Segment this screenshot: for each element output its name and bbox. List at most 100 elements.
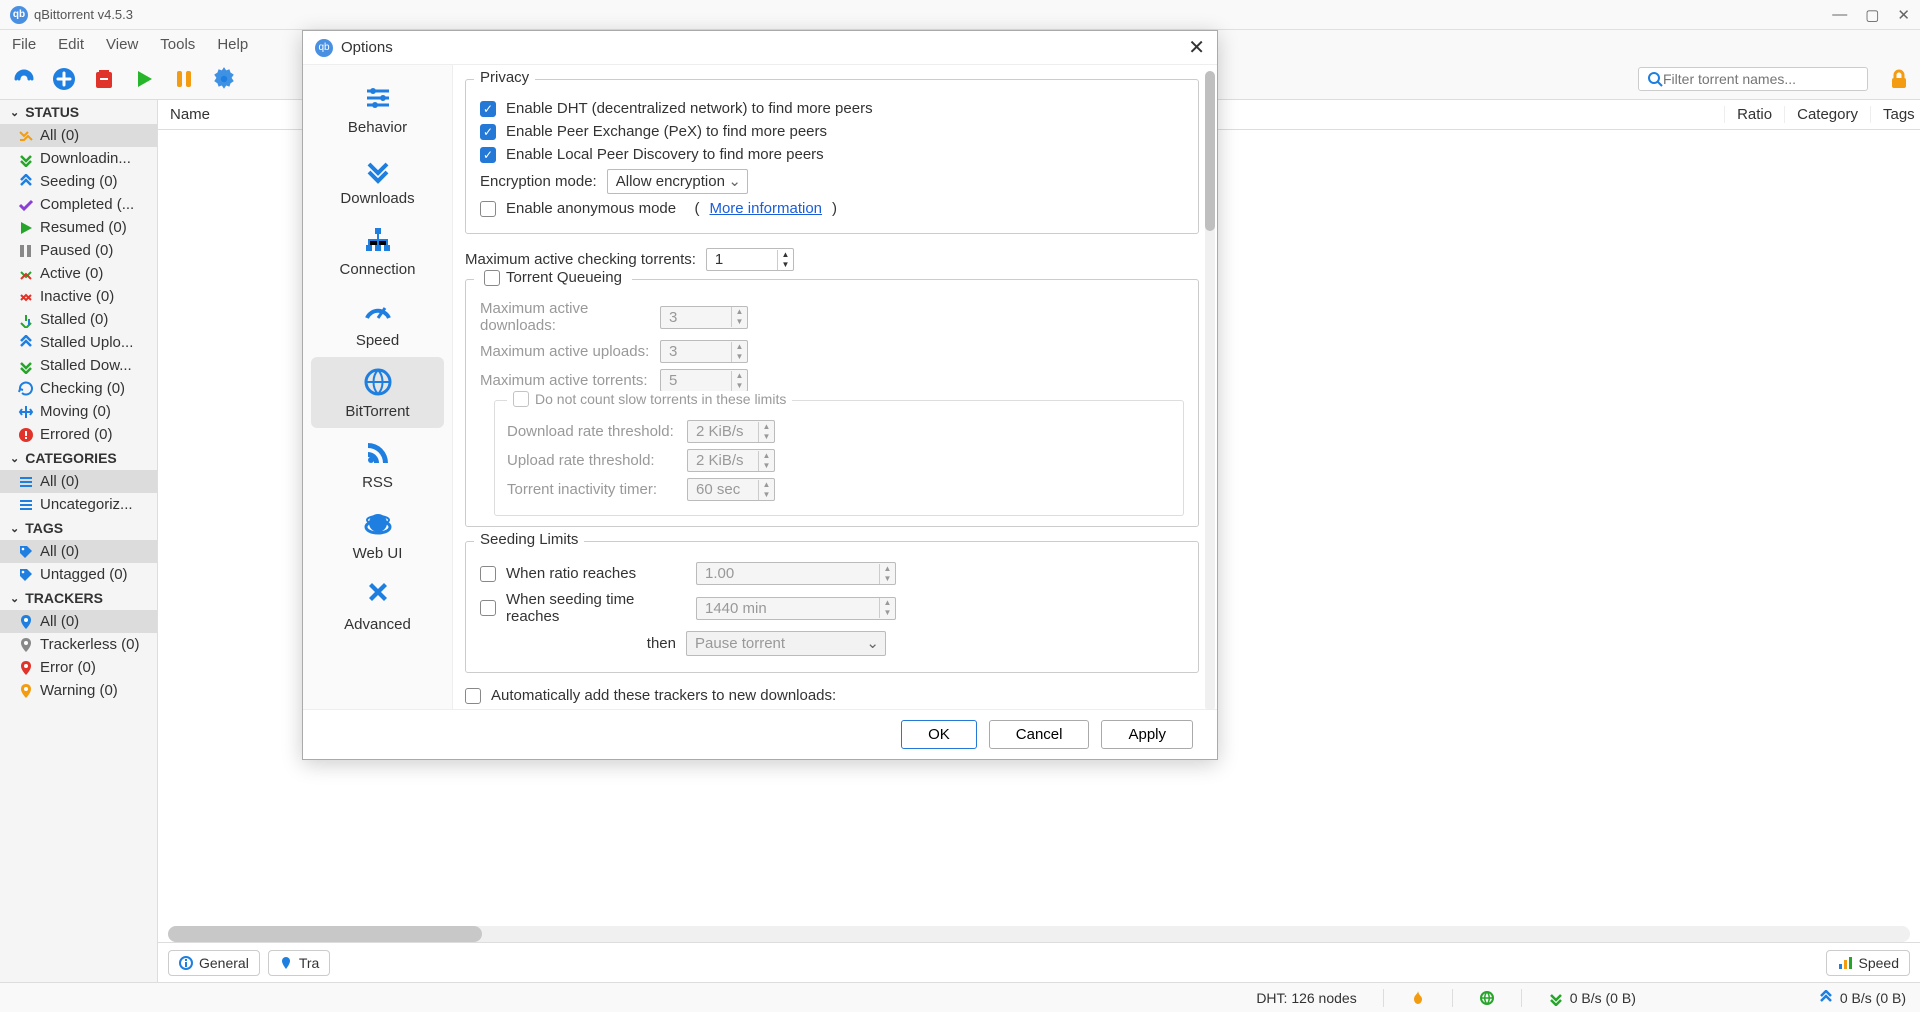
dht-checkbox[interactable] [480, 101, 496, 117]
upload-icon [1818, 990, 1834, 1006]
queue-checkbox[interactable] [484, 270, 500, 286]
opt-downloads[interactable]: Downloads [303, 144, 452, 215]
tag-all[interactable]: All (0) [0, 540, 157, 563]
upload-speed[interactable]: 0 B/s (0 B) [1818, 990, 1906, 1006]
add-link-button[interactable] [10, 65, 38, 93]
pin-icon [279, 956, 293, 970]
inactivity-spinner: 60 sec▲▼ [687, 478, 775, 501]
slow-checkbox [513, 391, 529, 407]
opt-behavior[interactable]: Behavior [303, 73, 452, 144]
status-seeding[interactable]: Seeding (0) [0, 170, 157, 193]
max-check-spinner[interactable]: 1▲▼ [706, 248, 794, 271]
search-box[interactable] [1638, 67, 1868, 91]
pex-checkbox[interactable] [480, 124, 496, 140]
opt-advanced[interactable]: Advanced [303, 570, 452, 641]
encryption-select[interactable]: Allow encryption [607, 169, 748, 194]
search-input[interactable] [1663, 71, 1859, 87]
status-stalled[interactable]: Stalled (0) [0, 308, 157, 331]
status-stalled-down[interactable]: Stalled Dow... [0, 354, 157, 377]
dialog-footer: OK Cancel Apply [303, 709, 1217, 759]
col-tags[interactable]: Tags [1870, 106, 1920, 123]
ul-rate-spinner: 2 KiB/s▲▼ [687, 449, 775, 472]
dialog-close-button[interactable]: ✕ [1188, 35, 1205, 60]
opt-webui[interactable]: Web UI [303, 499, 452, 570]
status-errored[interactable]: Errored (0) [0, 423, 157, 446]
status-inactive[interactable]: Inactive (0) [0, 285, 157, 308]
app-icon: qb [10, 6, 28, 24]
statusbar: DHT: 126 nodes 0 B/s (0 B) 0 B/s (0 B) [0, 982, 1920, 1012]
status-paused[interactable]: Paused (0) [0, 239, 157, 262]
menu-tools[interactable]: Tools [160, 36, 195, 53]
col-category[interactable]: Category [1784, 106, 1870, 123]
vertical-scrollbar[interactable] [1205, 71, 1215, 709]
horizontal-scrollbar[interactable] [168, 926, 1910, 942]
anon-checkbox[interactable] [480, 201, 496, 217]
status-resumed[interactable]: Resumed (0) [0, 216, 157, 239]
maximize-button[interactable]: ▢ [1865, 6, 1879, 24]
opt-rss[interactable]: RSS [303, 428, 452, 499]
resume-button[interactable] [130, 65, 158, 93]
cancel-button[interactable]: Cancel [989, 720, 1090, 749]
opt-bittorrent[interactable]: BitTorrent [311, 357, 444, 428]
tab-trackers[interactable]: Tra [268, 950, 330, 976]
status-completed[interactable]: Completed (... [0, 193, 157, 216]
status-moving[interactable]: Moving (0) [0, 400, 157, 423]
status-stalled-up[interactable]: Stalled Uplo... [0, 331, 157, 354]
tab-general[interactable]: General [168, 950, 260, 976]
tracker-warning[interactable]: Warning (0) [0, 679, 157, 702]
status-active[interactable]: Active (0) [0, 262, 157, 285]
lpd-checkbox[interactable] [480, 147, 496, 163]
dialog-titlebar: qb Options ✕ [303, 31, 1217, 65]
tags-header[interactable]: ⌄TAGS [0, 516, 157, 540]
max-dl-spinner: 3▲▼ [660, 306, 748, 329]
speed-button[interactable]: Speed [1826, 950, 1910, 976]
menu-help[interactable]: Help [217, 36, 248, 53]
slow-group: Do not count slow torrents in these limi… [494, 400, 1184, 516]
tag-untagged[interactable]: Untagged (0) [0, 563, 157, 586]
lock-icon[interactable] [1888, 68, 1910, 90]
encryption-label: Encryption mode: [480, 173, 597, 190]
opt-connection[interactable]: Connection [303, 215, 452, 286]
chevron-down-icon: ⌄ [10, 106, 19, 119]
settings-button[interactable] [210, 65, 238, 93]
opt-speed[interactable]: Speed [303, 286, 452, 357]
delete-button[interactable] [90, 65, 118, 93]
titlebar: qb qBittorrent v4.5.3 — ▢ ✕ [0, 0, 1920, 30]
close-button[interactable]: ✕ [1897, 6, 1910, 24]
status-checking[interactable]: Checking (0) [0, 377, 157, 400]
menu-file[interactable]: File [12, 36, 36, 53]
category-all[interactable]: All (0) [0, 470, 157, 493]
add-torrent-button[interactable] [50, 65, 78, 93]
pause-button[interactable] [170, 65, 198, 93]
ok-button[interactable]: OK [901, 720, 977, 749]
category-uncategorized[interactable]: Uncategoriz... [0, 493, 157, 516]
seedtime-spinner: 1440 min▲▼ [696, 597, 896, 620]
apply-button[interactable]: Apply [1101, 720, 1193, 749]
seedtime-checkbox[interactable] [480, 600, 496, 616]
minimize-button[interactable]: — [1832, 6, 1847, 24]
tracker-trackerless[interactable]: Trackerless (0) [0, 633, 157, 656]
anon-label: Enable anonymous mode [506, 200, 676, 217]
fire-icon[interactable] [1410, 990, 1426, 1006]
ratio-checkbox[interactable] [480, 566, 496, 582]
dht-status: DHT: 126 nodes [1256, 990, 1356, 1006]
options-dialog: qb Options ✕ Behavior Downloads Connecti… [302, 30, 1218, 760]
search-icon [1647, 71, 1663, 87]
menu-view[interactable]: View [106, 36, 138, 53]
menu-edit[interactable]: Edit [58, 36, 84, 53]
auto-tracker-checkbox[interactable] [465, 688, 481, 704]
max-t-spinner: 5▲▼ [660, 369, 748, 392]
tracker-all[interactable]: All (0) [0, 610, 157, 633]
globe-icon[interactable] [1479, 990, 1495, 1006]
categories-header[interactable]: ⌄CATEGORIES [0, 446, 157, 470]
trackers-header[interactable]: ⌄TRACKERS [0, 586, 157, 610]
tracker-error[interactable]: Error (0) [0, 656, 157, 679]
col-ratio[interactable]: Ratio [1724, 106, 1784, 123]
dl-rate-spinner: 2 KiB/s▲▼ [687, 420, 775, 443]
status-all[interactable]: All (0) [0, 124, 157, 147]
download-icon [1548, 990, 1564, 1006]
download-speed[interactable]: 0 B/s (0 B) [1548, 990, 1636, 1006]
status-header[interactable]: ⌄STATUS [0, 100, 157, 124]
status-downloading[interactable]: Downloadin... [0, 147, 157, 170]
more-info-link[interactable]: More information [709, 200, 822, 217]
